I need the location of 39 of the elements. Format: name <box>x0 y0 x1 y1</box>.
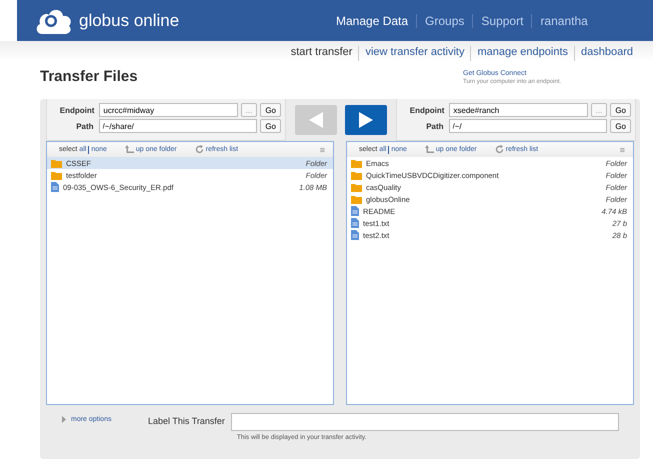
nav-link[interactable]: Manage Data <box>328 14 416 28</box>
document-icon <box>351 230 359 240</box>
path-field[interactable]: /~/share/ <box>98 119 258 133</box>
subnav-link[interactable]: view transfer activity <box>358 46 470 61</box>
endpoint-field[interactable]: ucrcc#midway <box>99 103 238 117</box>
expand-triangle-icon <box>62 416 66 423</box>
document-icon <box>351 218 359 228</box>
page-title: Transfer Files <box>40 67 138 87</box>
left-triangle-icon <box>309 112 323 128</box>
nav-link[interactable]: Groups <box>416 14 472 28</box>
folder-icon <box>351 170 362 180</box>
logo-text: globus online <box>79 10 180 30</box>
subnav-link[interactable]: dashboard <box>574 46 639 61</box>
subnav-link[interactable]: manage endpoints <box>470 46 574 61</box>
transfer-label-field[interactable] <box>230 413 619 431</box>
right-triangle-icon <box>359 112 373 128</box>
document-icon <box>51 182 59 192</box>
endpoint-field[interactable]: xsede#ranch <box>449 103 588 117</box>
nav-link[interactable]: Support <box>472 14 532 28</box>
folder-icon <box>351 194 362 204</box>
document-icon <box>351 206 359 216</box>
path-label: Path <box>75 122 94 130</box>
up-arrow-icon <box>124 145 134 154</box>
refresh-icon <box>494 145 504 154</box>
path-field[interactable]: /~/ <box>448 119 608 133</box>
endpoint-label: Endpoint <box>58 106 94 114</box>
subnav-link[interactable]: start transfer <box>284 46 358 61</box>
refresh-icon <box>194 145 204 154</box>
folder-icon <box>351 182 362 192</box>
label-transfer-label: Label This Transfer <box>148 415 225 426</box>
endpoint-label: Endpoint <box>408 106 444 114</box>
nav-link[interactable]: ranantha <box>531 14 596 28</box>
up-arrow-icon <box>424 145 434 154</box>
go-button[interactable]: Go <box>260 103 281 117</box>
go-button[interactable]: Go <box>610 119 631 133</box>
go-button[interactable]: Go <box>260 119 281 133</box>
go-button[interactable]: Go <box>610 103 631 117</box>
transfer-right-button[interactable] <box>345 105 387 135</box>
path-label: Path <box>425 122 444 130</box>
